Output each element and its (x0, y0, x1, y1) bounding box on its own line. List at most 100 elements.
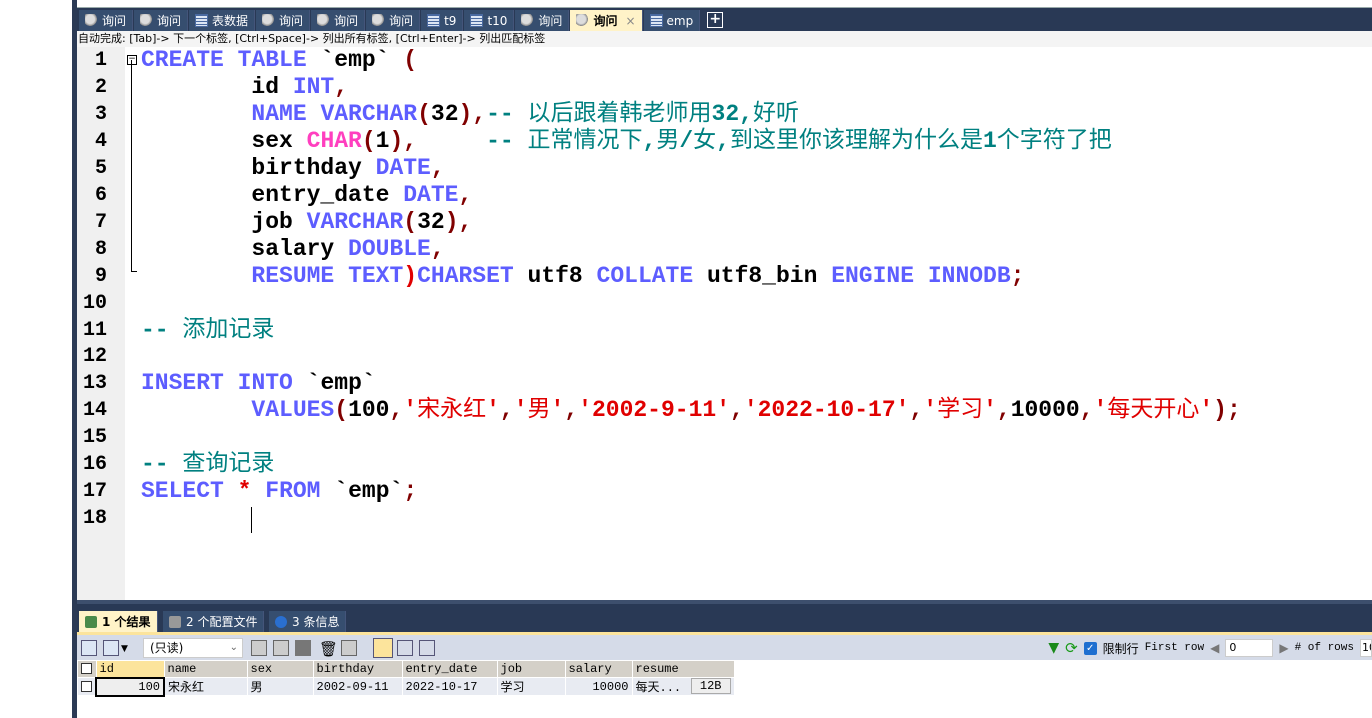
text-caret (251, 507, 252, 533)
code-token: / (679, 127, 694, 154)
tab-11[interactable]: emp (643, 10, 701, 31)
next-page-icon[interactable]: ▶ (1279, 641, 1288, 655)
grid-cell-id[interactable]: 100 (95, 676, 165, 697)
tab-9[interactable]: 询问 (515, 10, 570, 31)
sql-editor[interactable]: 1 2 3 4 5 6 7 8 9 10 11 12 13 14 15 16 17 18 − CREATE TAB… (77, 47, 1372, 600)
tab-5[interactable]: 询问 (311, 10, 366, 31)
code-token: , (334, 73, 349, 100)
code-token: -- (141, 316, 183, 343)
add-tab-button[interactable]: + (707, 12, 724, 28)
result-tab-3[interactable]: 3 条信息 (269, 611, 347, 632)
column-header-name[interactable]: name (163, 660, 248, 678)
text-view-icon[interactable] (419, 640, 435, 656)
code-line: RESUME TEXT)CHARSET utf8 COLLATE utf8_bi… (141, 263, 1024, 290)
row-checkbox[interactable] (77, 677, 97, 696)
code-token: ' (550, 397, 565, 424)
code-token: 男 (656, 127, 680, 154)
table-row: 100 宋永红 男 2002-09-11 2022-10-17 学习 10000 每天... 1… (77, 676, 735, 697)
tab-4[interactable]: 询问 (256, 10, 311, 31)
code-token: , (458, 208, 473, 235)
table-icon (649, 14, 663, 27)
close-tab-icon[interactable]: × (625, 14, 635, 28)
code-token: 个字符了把 (996, 127, 1112, 154)
column-header-entry_date[interactable]: entry_date (401, 660, 498, 678)
code-token: RESUME (251, 262, 335, 289)
code-token: SELECT (141, 478, 224, 505)
filter-icon[interactable]: ▼ (1048, 640, 1059, 656)
grid-cell-job[interactable]: 学习 (496, 677, 566, 696)
code-token: COLLATE (596, 262, 694, 289)
cell-value: 2002-09-11 (316, 679, 389, 694)
code-token: , (716, 127, 730, 154)
column-header-sex[interactable]: sex (246, 660, 314, 678)
table-icon (427, 14, 441, 27)
query-icon (576, 14, 590, 27)
limit-rows-checkbox[interactable]: ✓ (1083, 641, 1097, 655)
tab-label: 表数据 (212, 14, 249, 28)
grid-cell-birthday[interactable]: 2002-09-11 (312, 677, 403, 696)
query-icon (521, 14, 535, 27)
grid-cell-entry_date[interactable]: 2022-10-17 (401, 677, 498, 696)
refresh-icon[interactable]: ⟳ (1065, 639, 1078, 657)
result-grid: id name sex birthday entry_date job salary resu… (77, 660, 735, 697)
column-header-salary[interactable]: salary (564, 660, 633, 678)
resume-size-button[interactable]: 12B (690, 678, 731, 694)
query-icon (262, 14, 276, 27)
first-row-input[interactable]: 0 (1225, 639, 1274, 657)
prev-page-icon[interactable]: ◀ (1210, 641, 1219, 655)
insert-row-icon[interactable] (251, 640, 267, 656)
form-view-icon[interactable] (397, 640, 413, 656)
tab-8[interactable]: t10 (464, 10, 515, 31)
tab-6[interactable]: 询问 (366, 10, 421, 31)
tab-3[interactable]: 表数据 (189, 10, 256, 31)
code-token: , (564, 397, 579, 424)
readonly-select[interactable]: (只读) ⌄ (143, 638, 243, 658)
column-header-birthday[interactable]: birthday (312, 660, 403, 678)
column-header-resume[interactable]: resume (631, 660, 735, 678)
rows-count-label: # of rows (1294, 642, 1354, 654)
tab-7[interactable]: t9 (421, 10, 464, 31)
cell-value: 宋永红 (168, 681, 205, 695)
tab-label: 询问 (389, 14, 414, 28)
duplicate-row-icon[interactable] (273, 640, 289, 656)
save-icon[interactable] (295, 640, 311, 656)
result-tab-2[interactable]: 2 个配置文件 (163, 611, 265, 632)
tab-10[interactable]: 询问 × (570, 10, 643, 31)
import-icon[interactable] (103, 640, 119, 656)
rows-count-input[interactable]: 10 (1360, 639, 1372, 657)
delete-icon[interactable]: 🗑 (319, 640, 338, 658)
code-line: -- 查询记录 (141, 451, 274, 478)
line-number: 3 (94, 102, 107, 126)
column-header-job[interactable]: job (496, 660, 566, 678)
column-header-id[interactable]: id (95, 660, 165, 678)
window-top (72, 0, 1372, 8)
fold-toggle-icon[interactable]: − (127, 55, 137, 65)
export-icon[interactable] (81, 640, 97, 656)
tab-label: 询问 (538, 14, 563, 28)
grid-cell-salary[interactable]: 10000 (564, 677, 633, 696)
result-tab-bar: 1 个结果 2 个配置文件 3 条信息 (77, 600, 1372, 632)
query-tab-bar: 询问 询问 表数据 询问 询问 询问 t9 t10 询问 询问 × emp + (77, 8, 1372, 31)
chevron-down-icon: ⌄ (229, 642, 238, 653)
select-all-checkbox[interactable] (77, 660, 97, 678)
grid-cell-name[interactable]: 宋永红 (163, 677, 248, 696)
autocomplete-hint: 自动完成: [Tab]-> 下一个标签, [Ctrl+Space]-> 列出所有… (77, 31, 1372, 47)
tab-1[interactable]: 询问 (79, 10, 134, 31)
code-token: , (1079, 397, 1094, 424)
result-tab-1[interactable]: 1 个结果 (79, 611, 158, 632)
code-token: ) (444, 208, 459, 235)
code-token: 1 (982, 127, 997, 154)
profile-icon (169, 615, 181, 628)
cancel-changes-icon[interactable] (341, 640, 357, 656)
cell-value: 男 (250, 681, 263, 695)
code-token: 100 (348, 397, 390, 424)
grid-view-icon[interactable] (373, 638, 393, 658)
grid-cell-sex[interactable]: 男 (246, 677, 314, 696)
line-number: 7 (94, 210, 107, 234)
tab-2[interactable]: 询问 (134, 10, 189, 31)
grid-cell-resume[interactable]: 每天... 12B (631, 677, 735, 696)
dropdown-arrow-icon[interactable]: ▼ (121, 644, 137, 660)
line-number: 17 (82, 480, 107, 504)
